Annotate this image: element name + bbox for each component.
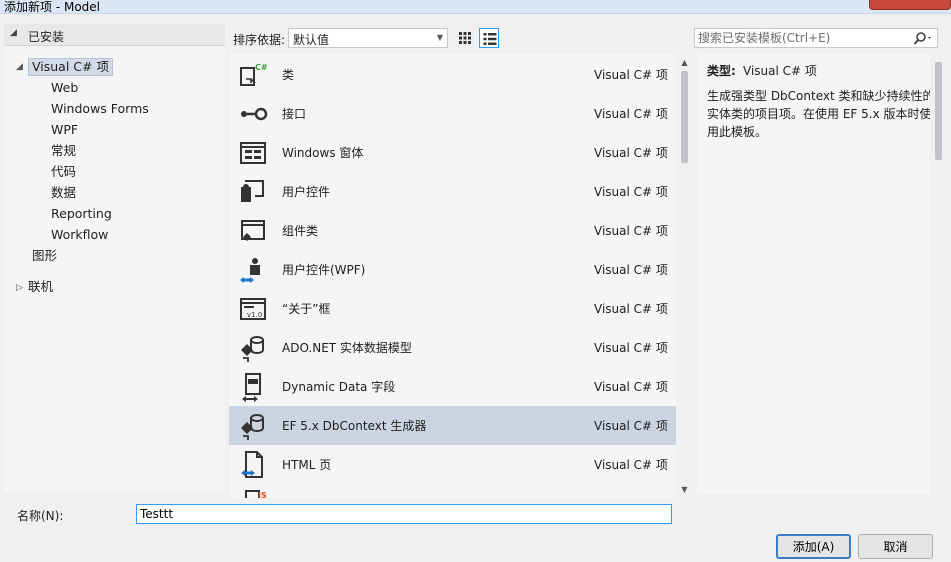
type-value: Visual C# 项 [743,64,817,78]
interface-icon [241,107,268,121]
collapse-arrow-icon: ◢ [10,28,17,38]
tree-item-graphics[interactable]: 图形 [32,247,57,265]
about-box-icon: v1.0 [240,298,266,320]
name-input[interactable] [136,504,672,524]
installed-section-header[interactable]: ◢ 已安装 [4,24,225,46]
window-title: 添加新项 - Model [4,0,100,14]
scroll-thumb[interactable] [935,62,942,160]
tree-item-web[interactable]: Web [51,79,78,97]
scroll-up-arrow-icon[interactable]: ▲ [676,54,693,71]
tree-item-general[interactable]: 常规 [51,142,76,160]
template-row-about-box[interactable]: v1.0 “关于”框 Visual C# 项 [229,289,676,328]
template-row-entity-data-model[interactable]: ADO.NET 实体数据模型 Visual C# 项 [229,328,676,367]
chevron-down-icon: ▼ [436,33,443,42]
html-page-icon [241,451,263,478]
template-row-wpf-user-control[interactable]: 用户控件(WPF) Visual C# 项 [229,250,676,289]
sort-label: 排序依据: [233,33,286,47]
template-row-windows-form[interactable]: Windows 窗体 Visual C# 项 [229,133,676,172]
javascript-file-icon: JS [245,490,267,498]
list-view-icon [483,33,497,45]
template-row-component-class[interactable]: 组件类 Visual C# 项 [229,211,676,250]
template-description-pane: 类型: Visual C# 项 生成强类型 DbContext 类和缺少持续性的… [697,54,947,494]
user-control-icon [241,180,264,202]
class-icon: C# [240,63,268,86]
template-row-html-page[interactable]: HTML 页 Visual C# 项 [229,445,676,484]
search-box [694,28,938,48]
title-bar: 添加新项 - Model [0,0,951,14]
template-row-partial[interactable]: JS [229,484,676,498]
template-list-scrollbar[interactable]: ▲ ▼ [676,54,693,498]
medium-icons-view-button[interactable] [455,28,475,48]
tree-item-windows-forms[interactable]: Windows Forms [51,100,149,118]
dbcontext-generator-icon [241,414,264,440]
component-class-icon [241,220,265,241]
svg-text:v1.0: v1.0 [247,311,262,319]
dynamic-data-field-icon [242,373,261,402]
scroll-thumb[interactable] [681,71,688,163]
template-row-class[interactable]: C# 类 Visual C# 项 [229,55,676,94]
tree-item-wpf[interactable]: WPF [51,121,78,139]
svg-text:JS: JS [257,491,267,498]
add-button[interactable]: 添加(A) [776,534,851,559]
details-view-button[interactable] [479,28,499,48]
search-input[interactable] [698,30,908,46]
tree-item-reporting[interactable]: Reporting [51,205,112,223]
template-category-tree: ◢ 已安装 ◢ Visual C# 项 Web Windows Forms WP… [4,24,225,492]
windows-form-icon [240,142,266,164]
type-label: 类型: [707,64,736,78]
tree-item-workflow[interactable]: Workflow [51,226,108,244]
name-label: 名称(N): [17,509,64,523]
template-list: C# 类 Visual C# 项 接口 Visual C# 项 Windows … [229,54,693,498]
close-window-button[interactable] [869,0,951,10]
template-row-dynamic-data-field[interactable]: Dynamic Data 字段 Visual C# 项 [229,367,676,406]
tree-item-data[interactable]: 数据 [51,184,76,202]
template-row-interface[interactable]: 接口 Visual C# 项 [229,94,676,133]
wpf-user-control-icon [240,258,260,283]
template-row-user-control[interactable]: 用户控件 Visual C# 项 [229,172,676,211]
sort-dropdown[interactable]: 默认值 ▼ [288,28,448,48]
grid-view-icon [459,32,471,44]
expand-arrow-icon[interactable]: ◢ [16,62,23,72]
tree-item-code[interactable]: 代码 [51,163,76,181]
svg-text:C#: C# [255,63,268,72]
cancel-button[interactable]: 取消 [858,534,933,559]
expand-arrow-icon[interactable]: ▷ [16,283,23,293]
search-icon[interactable] [911,31,935,47]
description-scrollbar[interactable] [930,54,947,494]
scroll-down-arrow-icon[interactable]: ▼ [676,481,693,498]
tree-item-visual-csharp[interactable]: Visual C# 项 [28,58,113,76]
template-row-dbcontext-generator[interactable]: EF 5.x DbContext 生成器 Visual C# 项 [229,406,676,445]
tree-item-online[interactable]: 联机 [28,278,53,296]
template-description: 生成强类型 DbContext 类和缺少持续性的实体类的项目项。在使用 EF 5… [707,89,935,139]
entity-data-model-icon [241,336,264,362]
